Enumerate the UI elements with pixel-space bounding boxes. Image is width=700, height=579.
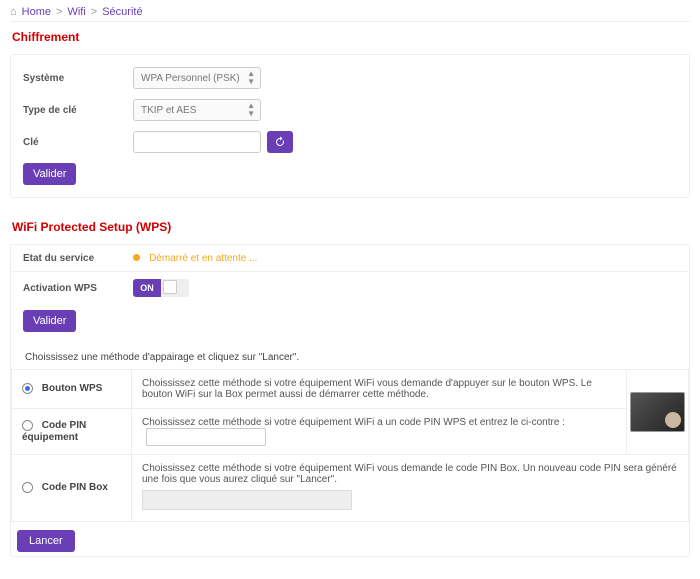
pairing-note: Choississez une méthode d'appairage et c… <box>13 352 689 363</box>
breadcrumb-wifi[interactable]: Wifi <box>67 6 85 18</box>
keytype-label: Type de clé <box>23 105 133 116</box>
method-button-desc: Choississez cette méthode si votre équip… <box>132 370 627 409</box>
wps-submit-button[interactable]: Valider <box>23 310 76 332</box>
wps-methods-table: Bouton WPS Choississez cette méthode si … <box>11 369 689 522</box>
launch-button[interactable]: Lancer <box>17 530 75 552</box>
wps-panel: Etat du service Démarré et en attente ..… <box>10 244 690 557</box>
wps-toggle[interactable]: ON <box>133 279 189 297</box>
pinbox-value-display <box>142 490 352 510</box>
pin-equip-input[interactable] <box>146 428 266 446</box>
wps-activation-label: Activation WPS <box>23 283 133 294</box>
wps-status-label: Etat du service <box>23 253 133 264</box>
keytype-select-value: TKIP et AES <box>141 105 196 116</box>
encryption-title: Chiffrement <box>12 30 688 44</box>
wps-toggle-knob <box>163 280 177 294</box>
breadcrumb-home[interactable]: Home <box>22 6 51 18</box>
home-icon: ⌂ <box>10 6 17 18</box>
wps-status-value: Démarré et en attente ... <box>133 252 257 264</box>
method-pinequip-desc: Choississez cette méthode si votre équip… <box>142 417 565 428</box>
system-label: Système <box>23 73 133 84</box>
method-pinbox-label: Code PIN Box <box>42 483 108 494</box>
wps-status-text: Démarré et en attente ... <box>149 253 257 264</box>
key-input[interactable] <box>133 131 261 153</box>
refresh-icon <box>274 136 286 148</box>
method-pinbox-radio[interactable] <box>22 482 33 493</box>
status-dot-icon <box>133 254 140 261</box>
breadcrumb-current: Sécurité <box>102 6 142 18</box>
method-pinequip-radio[interactable] <box>22 420 33 431</box>
system-select-value: WPA Personnel (PSK) <box>141 73 240 84</box>
method-button-radio[interactable] <box>22 383 33 394</box>
breadcrumb: ⌂ Home > Wifi > Sécurité <box>10 6 690 18</box>
key-label: Clé <box>23 137 133 148</box>
chevron-updown-icon: ▲▼ <box>247 70 255 86</box>
breadcrumb-sep: > <box>56 6 62 18</box>
chevron-updown-icon: ▲▼ <box>247 102 255 118</box>
encryption-panel: Système WPA Personnel (PSK) ▲▼ Type de c… <box>10 54 690 198</box>
method-pinbox-desc: Choississez cette méthode si votre équip… <box>142 463 678 485</box>
wps-box-image <box>630 392 685 432</box>
encryption-submit-button[interactable]: Valider <box>23 163 76 185</box>
wps-toggle-label: ON <box>133 279 161 297</box>
refresh-key-button[interactable] <box>267 131 293 153</box>
system-select[interactable]: WPA Personnel (PSK) ▲▼ <box>133 67 261 89</box>
breadcrumb-sep: > <box>91 6 97 18</box>
divider <box>10 21 690 22</box>
method-button-label: Bouton WPS <box>42 384 103 395</box>
wps-title: WiFi Protected Setup (WPS) <box>12 220 688 234</box>
keytype-select[interactable]: TKIP et AES ▲▼ <box>133 99 261 121</box>
